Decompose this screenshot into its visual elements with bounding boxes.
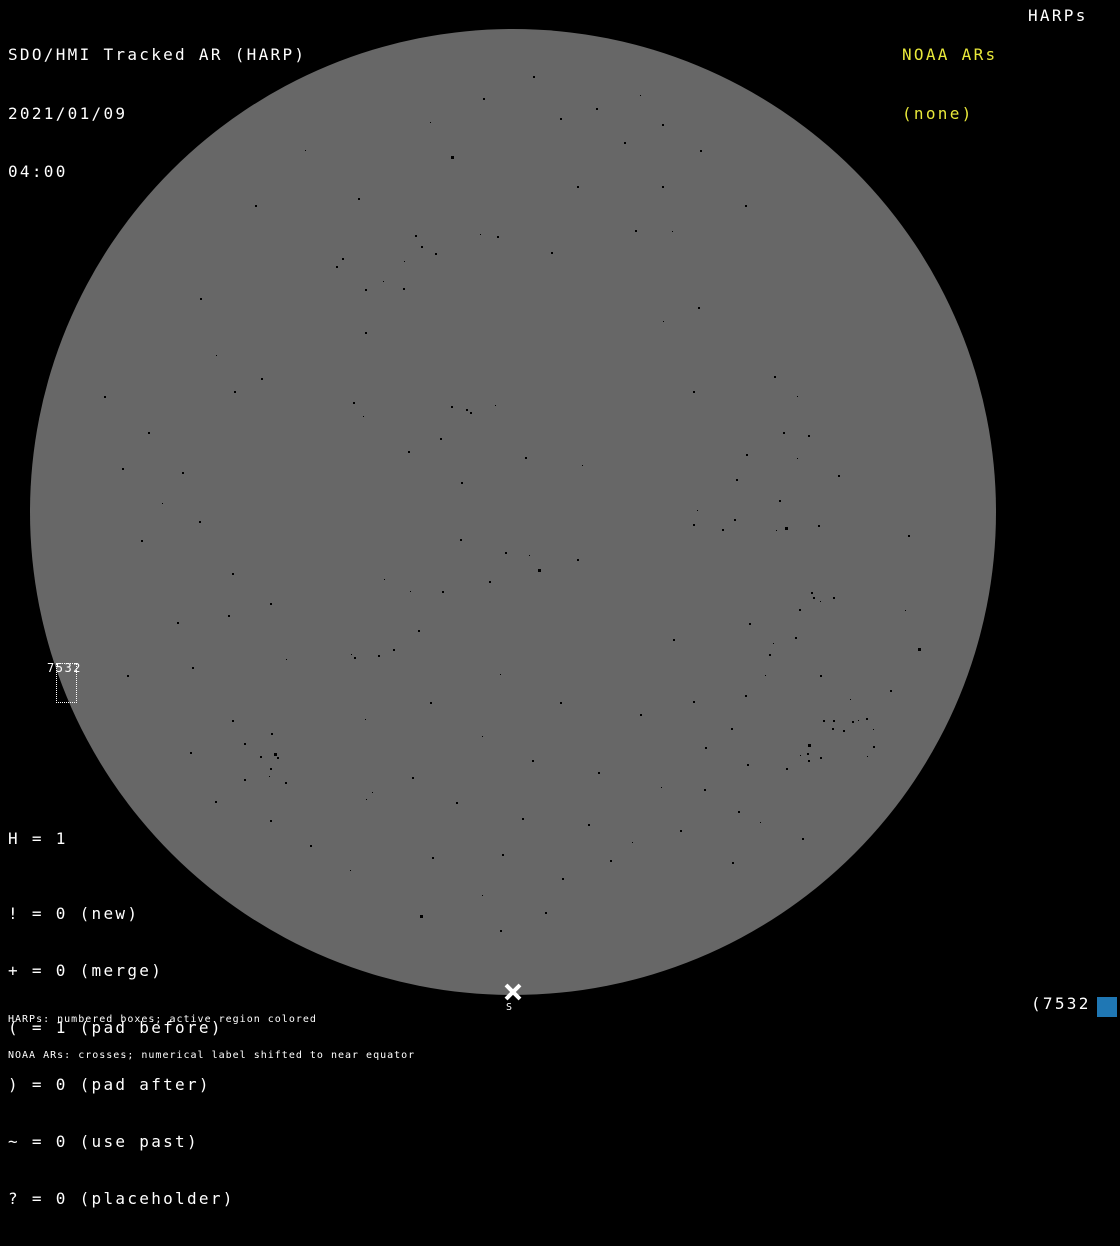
- title-block: SDO/HMI Tracked AR (HARP) 2021/01/09 04:…: [8, 6, 306, 221]
- solar-harp-plot: SDO/HMI Tracked AR (HARP) 2021/01/09 04:…: [0, 0, 1120, 1208]
- date-label: 2021/01/09: [8, 103, 128, 123]
- south-pole-label: S: [506, 1002, 514, 1013]
- legend-item-merge: + = 0 (merge): [8, 961, 164, 980]
- legend-harp-count: H = 1: [8, 829, 68, 848]
- harp-region-box-7532: 7532: [47, 662, 80, 703]
- page-title: SDO/HMI Tracked AR (HARP): [8, 45, 307, 64]
- legend-item-new: ! = 0 (new): [8, 904, 140, 923]
- footer-harps-note: HARPs: numbered boxes; active region col…: [8, 1014, 317, 1025]
- south-pole-cross-icon: [504, 983, 522, 1001]
- time-label: 04:00: [8, 162, 68, 181]
- harp-status-text: (7532: [1031, 994, 1091, 1013]
- legend-item-use-past: ~ = 0 (use past): [8, 1132, 199, 1151]
- footer-noaa-note: NOAA ARs: crosses; numerical label shift…: [8, 1050, 416, 1061]
- harps-label: HARPs: [1028, 6, 1088, 25]
- footer-notes: HARPs: numbered boxes; active region col…: [8, 990, 415, 1086]
- noaa-ars-value: (none): [902, 103, 974, 123]
- harp-region-number: 7532: [47, 661, 82, 675]
- harp-color-swatch: [1097, 997, 1117, 1017]
- legend-item-placeholder: ? = 0 (placeholder): [8, 1189, 235, 1208]
- noaa-ars-block: NOAA ARs (none): [902, 6, 997, 162]
- noaa-ars-label: NOAA ARs: [902, 45, 998, 64]
